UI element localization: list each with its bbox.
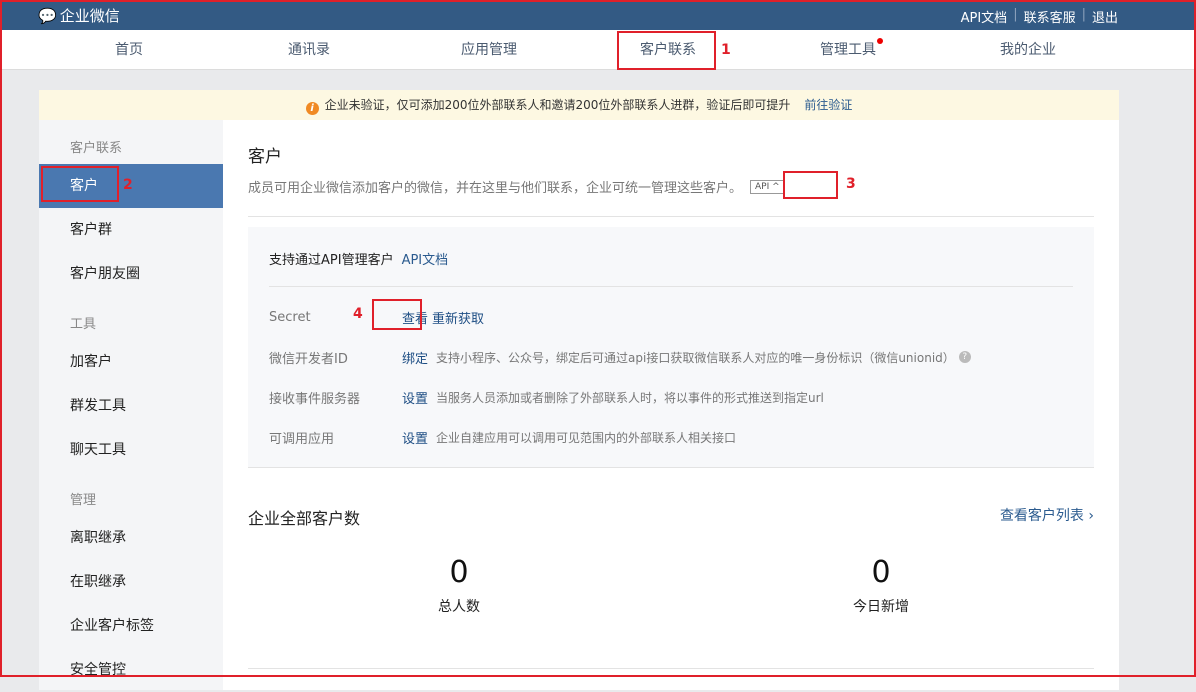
api-docs-link[interactable]: API文档 <box>961 7 1008 26</box>
bind-button[interactable]: 绑定 <box>402 348 428 367</box>
api-doc-link[interactable]: API文档 <box>402 253 449 268</box>
sidebar-item-chat-tools[interactable]: 聊天工具 <box>39 428 223 472</box>
sidebar-item-mass-send[interactable]: 群发工具 <box>39 384 223 428</box>
annotation-number: 1 <box>721 42 731 58</box>
sidebar-group-title: 工具 <box>70 317 97 332</box>
row-label: 接收事件服务器 <box>269 391 361 407</box>
divider <box>248 668 1094 669</box>
nav-management-tools[interactable]: 管理工具 <box>820 30 883 70</box>
nav-apps[interactable]: 应用管理 <box>461 30 517 70</box>
stat-label: 总人数 <box>438 599 480 615</box>
stat-label: 今日新增 <box>853 599 909 615</box>
nav-home[interactable]: 首页 <box>115 30 143 70</box>
annotation-number: 4 <box>353 306 363 322</box>
view-customer-list-link[interactable]: 查看客户列表 › <box>1000 505 1094 529</box>
row-label: 微信开发者ID <box>269 351 348 367</box>
annotation-number: 2 <box>123 177 133 193</box>
annotation-box <box>617 31 716 70</box>
callable-apps-row: 可调用应用 设置 企业自建应用可以调用可见范围内的外部联系人相关接口 <box>269 417 1073 457</box>
notification-dot <box>877 38 883 44</box>
divider: | <box>1013 7 1018 22</box>
verify-link[interactable]: 前往验证 <box>804 98 852 112</box>
top-bar: 💬 企业微信 API文档 | 联系客服 | 退出 <box>0 0 1196 30</box>
api-toggle-button[interactable]: API ^ <box>750 179 785 194</box>
annotation-box <box>41 166 119 202</box>
info-icon: i <box>305 102 319 115</box>
developer-id-row: 微信开发者ID 绑定 支持小程序、公众号，绑定后可通过api接口获取微信联系人对应的… <box>269 337 1073 377</box>
sidebar-item-tags[interactable]: 企业客户标签 <box>39 604 223 648</box>
main-nav: 首页 通讯录 应用管理 客户联系 管理工具 我的企业 <box>0 30 1196 70</box>
annotation-number: 3 <box>846 176 856 192</box>
row-description: 企业自建应用可以调用可见范围内的外部联系人相关接口 <box>436 430 737 445</box>
nav-contacts[interactable]: 通讯录 <box>288 30 330 70</box>
logo[interactable]: 💬 企业微信 <box>38 5 120 26</box>
chat-bubble-icon: 💬 <box>38 6 57 25</box>
logout-link[interactable]: 退出 <box>1092 7 1118 26</box>
divider <box>248 216 1094 217</box>
sidebar-group-title: 客户联系 <box>70 141 123 156</box>
divider <box>248 467 1094 468</box>
sidebar-item-add-customer[interactable]: 加客户 <box>39 340 223 384</box>
stat-today: 0 今日新增 <box>853 555 909 616</box>
sidebar-item-moments[interactable]: 客户朋友圈 <box>39 252 223 296</box>
event-server-row: 接收事件服务器 设置 当服务人员添加或者删除了外部联系人时，将以事件的形式推送到指定… <box>269 377 1073 417</box>
event-server-settings-button[interactable]: 设置 <box>402 388 428 407</box>
notice-text: 企业未验证，仅可添加200位外部联系人和邀请200位外部联系人进群，验证后即可提… <box>324 98 791 112</box>
nav-label: 管理工具 <box>820 42 876 58</box>
verification-notice: i 企业未验证，仅可添加200位外部联系人和邀请200位外部联系人进群，验证后即可… <box>39 90 1119 120</box>
sidebar-item-security[interactable]: 安全管控 <box>39 648 223 692</box>
sidebar-item-customer-groups[interactable]: 客户群 <box>39 208 223 252</box>
sidebar-item-onjob-inherit[interactable]: 在职继承 <box>39 560 223 604</box>
nav-my-company[interactable]: 我的企业 <box>1000 30 1056 70</box>
row-description: 支持小程序、公众号，绑定后可通过api接口获取微信联系人对应的唯一身份标识（微信… <box>436 350 955 365</box>
summary-title: 企业全部客户数 <box>248 509 361 528</box>
content-card: i 企业未验证，仅可添加200位外部联系人和邀请200位外部联系人进群，验证后即可… <box>39 90 1119 690</box>
stat-total: 0 总人数 <box>438 555 480 616</box>
page-title: 客户 <box>248 147 282 167</box>
logo-text: 企业微信 <box>59 7 120 25</box>
annotation-box <box>372 299 422 330</box>
divider: | <box>1081 7 1086 22</box>
regenerate-secret-button[interactable]: 重新获取 <box>432 308 484 327</box>
api-panel-title: 支持通过API管理客户 <box>269 253 394 268</box>
row-description: 当服务人员添加或者删除了外部联系人时，将以事件的形式推送到指定url <box>436 390 824 405</box>
annotation-box <box>783 171 838 199</box>
stat-value: 0 <box>449 555 469 590</box>
callable-apps-settings-button[interactable]: 设置 <box>402 428 428 447</box>
page-description: 成员可用企业微信添加客户的微信，并在这里与他们联系，企业可统一管理这些客户。 <box>248 181 743 196</box>
api-panel: 支持通过API管理客户 API文档 Secret 查看 重新获取 微信开发者ID 绑定支… <box>248 227 1094 467</box>
sidebar-group-title: 管理 <box>70 493 97 508</box>
sidebar-item-resigned-inherit[interactable]: 离职继承 <box>39 516 223 560</box>
stat-value: 0 <box>871 555 891 590</box>
sidebar: 客户联系 客户 客户群 客户朋友圈 工具 加客户 群发工具 聊天工具 管理 离职… <box>39 120 223 690</box>
support-link[interactable]: 联系客服 <box>1024 7 1076 26</box>
help-icon[interactable]: ? <box>958 351 971 363</box>
row-label: 可调用应用 <box>269 431 335 447</box>
